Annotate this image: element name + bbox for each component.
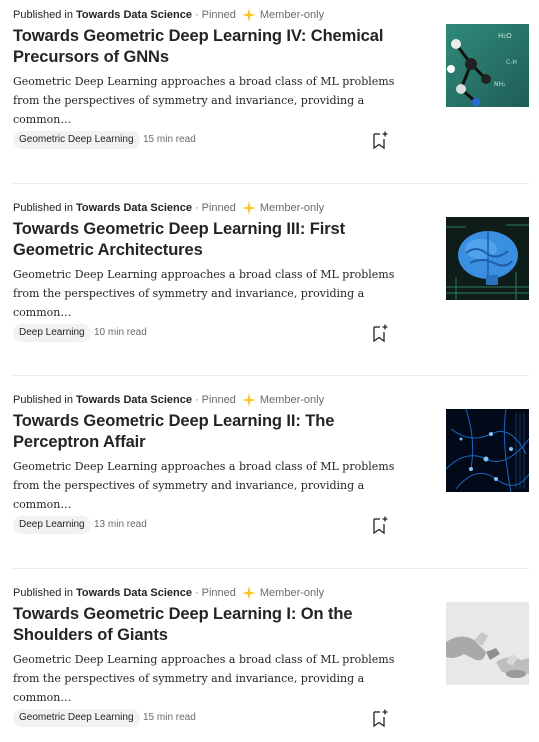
bookmark-add-icon[interactable] [371,708,389,728]
article-excerpt[interactable]: Geometric Deep Learning approaches a bro… [13,650,423,707]
read-time: 15 min read [143,712,196,723]
svg-text:H₂O: H₂O [498,32,512,40]
pinned-label: Pinned [201,9,236,21]
article-card[interactable]: Published in Towards Data Science · Pinned… [13,393,529,553]
member-only-label: Member-only [259,202,325,214]
svg-text:NH₂: NH₂ [494,81,506,88]
article-meta: Published in Towards Data Science · Pinned… [13,201,324,215]
svg-text:C-H: C-H [506,59,517,66]
brain-circuit-image[interactable] [446,217,529,300]
member-only-label: Member-only [259,587,325,599]
publication-link[interactable]: Towards Data Science [76,9,192,21]
published-in-label: Published in [13,394,73,406]
article-meta: Published in Towards Data Science · Pinned… [13,8,324,22]
pinned-label: Pinned [201,394,236,406]
published-in-label: Published in [13,202,73,214]
published-in-label: Published in [13,587,73,599]
topic-tag[interactable]: Geometric Deep Learning [13,709,140,727]
article-card[interactable]: Published in Towards Data Science · Pinned… [13,586,529,742]
published-in-label: Published in [13,9,73,21]
dot-separator: · [194,587,199,599]
publication-link[interactable]: Towards Data Science [76,587,192,599]
robot-hand-image[interactable] [446,602,529,685]
topic-tag[interactable]: Deep Learning [13,516,91,534]
article-excerpt[interactable]: Geometric Deep Learning approaches a bro… [13,72,423,129]
article-title[interactable]: Towards Geometric Deep Learning II: The … [13,411,423,453]
read-time: 15 min read [143,134,196,145]
read-time: 13 min read [94,519,147,530]
dot-separator: · [194,9,199,21]
member-only-label: Member-only [259,9,325,21]
bookmark-add-icon[interactable] [371,323,389,343]
pinned-label: Pinned [201,587,236,599]
article-title[interactable]: Towards Geometric Deep Learning I: On th… [13,604,423,646]
article-divider [13,183,529,184]
article-excerpt[interactable]: Geometric Deep Learning approaches a bro… [13,457,423,514]
neural-network-image[interactable] [446,409,529,492]
article-divider [13,375,529,376]
member-star-icon [241,201,256,215]
chemistry-molecule-image[interactable]: H₂O C-H NH₂ [446,24,529,107]
member-star-icon [241,586,256,600]
article-title[interactable]: Towards Geometric Deep Learning III: Fir… [13,219,423,261]
bookmark-add-icon[interactable] [371,130,389,150]
publication-link[interactable]: Towards Data Science [76,202,192,214]
article-title[interactable]: Towards Geometric Deep Learning IV: Chem… [13,26,423,68]
article-excerpt[interactable]: Geometric Deep Learning approaches a bro… [13,265,423,322]
topic-tag[interactable]: Geometric Deep Learning [13,131,140,149]
pinned-label: Pinned [201,202,236,214]
publication-link[interactable]: Towards Data Science [76,394,192,406]
member-star-icon [241,8,256,22]
topic-tag[interactable]: Deep Learning [13,324,91,342]
article-card[interactable]: Published in Towards Data Science · Pinned… [13,201,529,361]
article-divider [13,568,529,569]
member-only-label: Member-only [259,394,325,406]
article-card[interactable]: Published in Towards Data Science · Pinned… [13,8,529,168]
member-star-icon [241,393,256,407]
article-meta: Published in Towards Data Science · Pinned… [13,393,324,407]
bookmark-add-icon[interactable] [371,515,389,535]
read-time: 10 min read [94,327,147,338]
dot-separator: · [194,394,199,406]
article-meta: Published in Towards Data Science · Pinned… [13,586,324,600]
dot-separator: · [194,202,199,214]
